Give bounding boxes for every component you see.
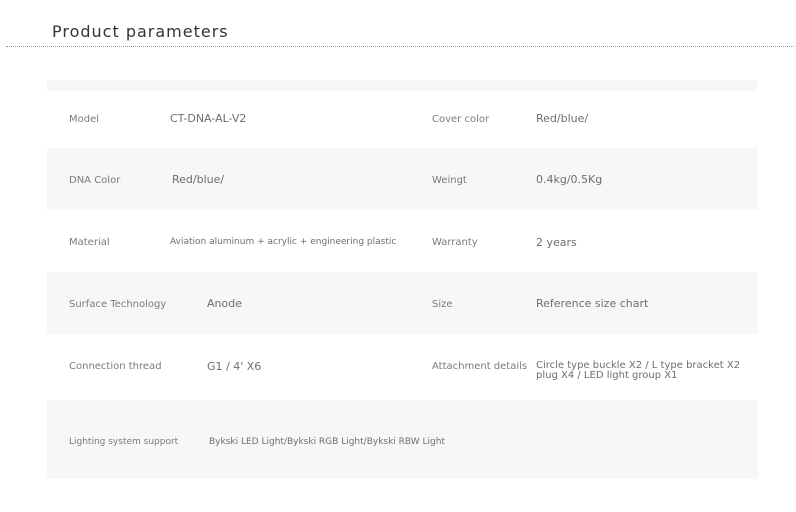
weight-value: 0.4kg/0.5Kg	[536, 173, 603, 186]
table-row: Model CT-DNA-AL-V2 Cover color Red/blue/	[47, 91, 758, 148]
spec-table: Model CT-DNA-AL-V2 Cover color Red/blue/…	[47, 80, 758, 479]
warranty-value: 2 years	[536, 236, 577, 249]
lighting-support-label: Lighting system support	[69, 437, 179, 447]
surface-technology-label: Surface Technology	[69, 299, 167, 310]
material-value: Aviation aluminum + acrylic + engineerin…	[170, 237, 397, 247]
attachment-details-label: Attachment details	[432, 361, 528, 372]
attachment-details-value: Circle type buckle X2 / L type bracket X…	[536, 360, 741, 381]
size-value: Reference size chart	[536, 297, 649, 310]
page-title: Product parameters	[52, 22, 229, 41]
material-label: Material	[69, 237, 110, 248]
dna-color-value: Red/blue/	[172, 173, 225, 186]
lighting-support-value: Bykski LED Light/Bykski RGB Light/Bykski…	[209, 437, 445, 447]
connection-thread-value: G1 / 4' X6	[207, 360, 262, 373]
table-row: Material Aviation aluminum + acrylic + e…	[47, 210, 758, 272]
table-row: Surface Technology Anode Size Reference …	[47, 272, 758, 334]
table-row: Connection thread G1 / 4' X6 Attachment …	[47, 334, 758, 400]
table-top-strip	[47, 80, 758, 91]
title-divider	[6, 46, 794, 47]
model-label: Model	[69, 114, 100, 125]
size-label: Size	[432, 299, 453, 310]
model-value: CT-DNA-AL-V2	[170, 112, 247, 125]
warranty-label: Warranty	[432, 237, 478, 248]
cover-color-label: Cover color	[432, 114, 490, 125]
dna-color-label: DNA Color	[69, 175, 121, 186]
cover-color-value: Red/blue/	[536, 112, 589, 125]
weight-label: Weingt	[432, 175, 467, 186]
surface-technology-value: Anode	[207, 297, 242, 310]
table-row: DNA Color Red/blue/ Weingt 0.4kg/0.5Kg	[47, 148, 758, 210]
connection-thread-label: Connection thread	[69, 361, 162, 372]
table-row: Lighting system support Bykski LED Light…	[47, 400, 758, 479]
